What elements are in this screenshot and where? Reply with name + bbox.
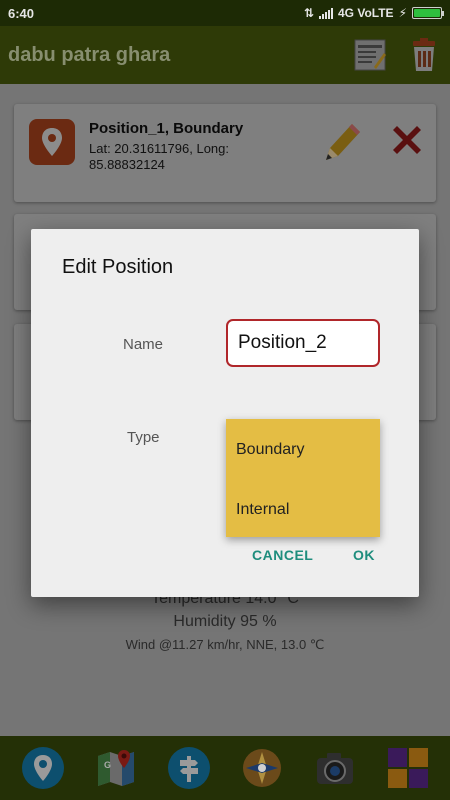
- location-pin-icon: [29, 119, 75, 165]
- compass-icon[interactable]: [239, 745, 285, 791]
- type-option-boundary[interactable]: Boundary: [236, 441, 305, 459]
- grid-icon[interactable]: [385, 745, 431, 791]
- type-label: Type: [127, 429, 160, 446]
- notes-icon[interactable]: [352, 37, 388, 73]
- weather-humidity: Humidity 95 %: [173, 613, 277, 630]
- edit-position-dialog: Edit Position Name Type Boundary Interna…: [31, 229, 419, 597]
- weather-wind: Wind @11.27 km/hr, NNE, 13.0 ℃: [125, 637, 325, 652]
- signal-icon: [319, 7, 333, 19]
- status-indicators: ⇅ 4G VoLTE ⚡: [303, 6, 444, 20]
- charging-icon: ⚡: [398, 6, 407, 20]
- network-label: 4G VoLTE: [338, 6, 394, 20]
- position-coordinates: Lat: 20.31611796, Long: 85.88832124: [89, 141, 229, 172]
- position-card[interactable]: Position_1, Boundary Lat: 20.31611796, L…: [14, 104, 436, 202]
- status-bar: 6:40 ⇅ 4G VoLTE ⚡: [0, 0, 450, 26]
- data-arrows-icon: ⇅: [303, 6, 314, 20]
- google-maps-icon[interactable]: G: [93, 745, 139, 791]
- type-dropdown-menu: Boundary Internal: [226, 419, 380, 537]
- status-time: 6:40: [8, 5, 35, 21]
- ok-button[interactable]: OK: [353, 547, 375, 563]
- svg-text:G: G: [104, 760, 111, 770]
- type-option-internal[interactable]: Internal: [236, 501, 289, 519]
- battery-icon: [412, 7, 444, 19]
- position-title: Position_1, Boundary: [89, 120, 244, 137]
- camera-icon[interactable]: [312, 745, 358, 791]
- app-bar: dabu patra ghara: [0, 26, 450, 84]
- cancel-button[interactable]: CANCEL: [252, 547, 313, 563]
- dialog-title: Edit Position: [62, 256, 174, 278]
- delete-icon[interactable]: [389, 122, 425, 163]
- name-input[interactable]: [226, 319, 380, 367]
- bottom-toolbar: G: [0, 736, 450, 800]
- signpost-icon[interactable]: [166, 745, 212, 791]
- name-label: Name: [123, 336, 164, 353]
- pencil-icon[interactable]: [322, 120, 362, 169]
- delete-all-icon[interactable]: [406, 37, 442, 73]
- app-title: dabu patra ghara: [8, 43, 171, 66]
- location-pin-icon[interactable]: [20, 745, 66, 791]
